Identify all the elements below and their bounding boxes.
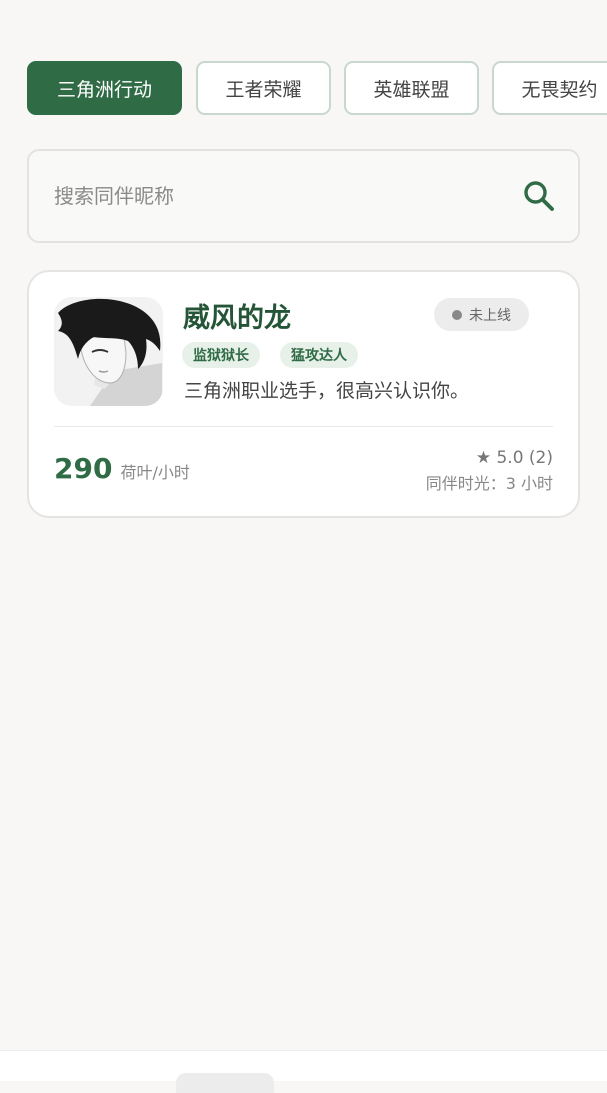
status-badge: 未上线	[434, 298, 529, 331]
price-value: 290	[54, 452, 113, 485]
game-tab-bar: 三角洲行动 王者荣耀 英雄联盟 无畏契约	[27, 61, 607, 115]
companion-tag: 猛攻达人	[280, 342, 358, 368]
tab-delta-force[interactable]: 三角洲行动	[27, 61, 182, 115]
bottom-tab-indicator[interactable]	[176, 1073, 274, 1093]
rating: ★ 5.0 (2)	[475, 448, 553, 468]
companion-tag: 监狱狱长	[182, 342, 260, 368]
companion-name: 威风的龙	[183, 303, 291, 334]
bottom-bar	[0, 1050, 607, 1093]
search-input[interactable]	[29, 151, 499, 241]
card-divider	[54, 426, 553, 427]
status-text: 未上线	[469, 307, 511, 324]
companion-hours: 同伴时光：3 小时	[425, 474, 553, 493]
companion-bio: 三角洲职业选手，很高兴认识你。	[184, 380, 470, 402]
tab-honor-of-kings[interactable]: 王者荣耀	[196, 61, 331, 115]
search-icon[interactable]	[522, 179, 556, 213]
price: 290 荷叶/小时	[54, 452, 190, 485]
price-unit: 荷叶/小时	[120, 463, 190, 482]
companion-card[interactable]: 威风的龙 未上线 监狱狱长 猛攻达人 三角洲职业选手，很高兴认识你。 290 荷…	[27, 270, 580, 518]
tab-valorant[interactable]: 无畏契约	[492, 61, 607, 115]
status-dot-icon	[452, 309, 462, 320]
avatar[interactable]	[54, 297, 163, 406]
tab-league-of-legends[interactable]: 英雄联盟	[344, 61, 479, 115]
search-box	[27, 149, 580, 243]
